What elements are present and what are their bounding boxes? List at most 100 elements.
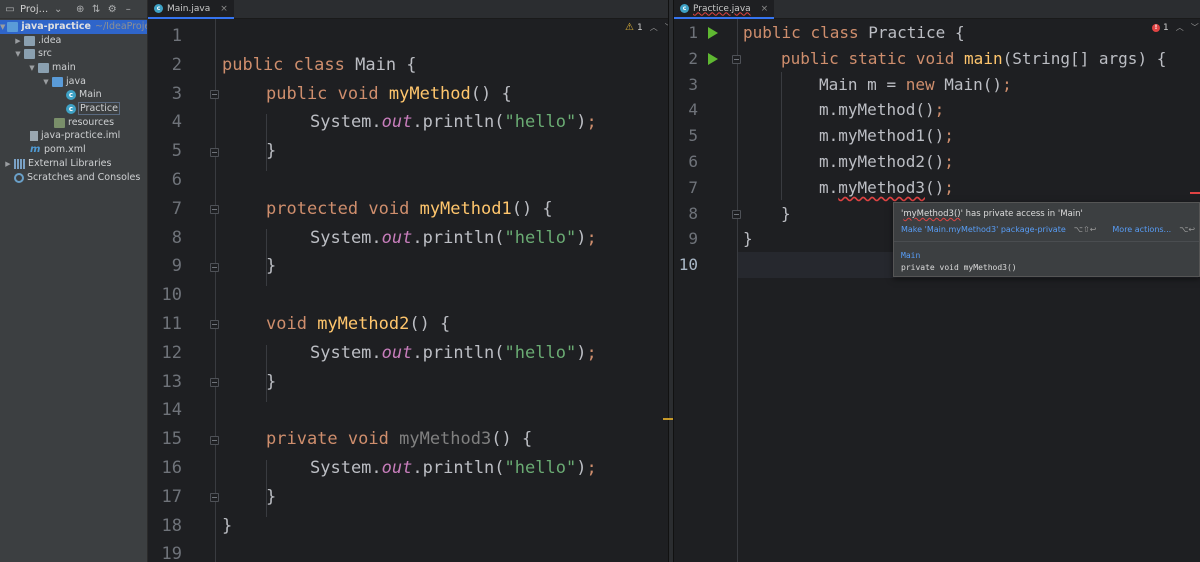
project-view-icon[interactable]: ▭ <box>4 3 16 15</box>
chevron-up-icon[interactable]: ︿ <box>1176 22 1184 33</box>
chevron-down-icon[interactable]: ▼ <box>42 78 50 86</box>
code-token: private <box>266 429 338 450</box>
code-line[interactable]: private void myMethod3() { <box>266 425 532 454</box>
chevron-right-icon[interactable]: ▶ <box>14 37 22 45</box>
inspection-widget[interactable]: ! 1 ︿ ﹀ <box>1152 22 1199 33</box>
fold-marker-icon[interactable] <box>210 378 219 387</box>
chevron-up-icon[interactable]: ︿ <box>650 22 658 33</box>
code-line[interactable]: System.out.println("hello"); <box>310 339 597 368</box>
code-punct: () <box>924 177 945 197</box>
class-icon: c <box>66 103 76 114</box>
line-number: 2 <box>688 48 698 68</box>
code-line[interactable]: } <box>266 252 276 281</box>
iml-file-icon <box>30 130 38 141</box>
code-line[interactable]: } <box>222 512 232 541</box>
code-line[interactable]: public class Practice { <box>743 20 965 46</box>
code-line[interactable]: } <box>743 226 753 252</box>
declaration-class-link[interactable]: Main <box>901 251 920 260</box>
fold-marker-icon[interactable] <box>210 147 219 157</box>
code-line[interactable]: System.out.println("hello"); <box>310 108 597 137</box>
tab-main-java[interactable]: c Main.java × <box>148 0 234 19</box>
warning-stripe-marker[interactable] <box>663 418 673 420</box>
code-punct: ( <box>494 458 505 478</box>
fold-marker-icon[interactable] <box>210 435 219 445</box>
code-token: m <box>819 152 829 171</box>
line-number: 6 <box>171 170 182 190</box>
fold-marker-icon[interactable] <box>732 209 741 219</box>
chevron-down-icon[interactable]: ﹀ <box>1191 22 1199 33</box>
code-line[interactable]: protected void myMethod1() { <box>266 195 553 224</box>
code-line[interactable]: void myMethod2() { <box>266 310 450 339</box>
run-gutter-icon[interactable] <box>708 26 718 39</box>
tree-item-pom[interactable]: m pom.xml <box>28 143 86 157</box>
locate-target-icon[interactable]: ⊕ <box>74 3 86 15</box>
indent-guide <box>266 460 267 517</box>
tab-practice-java[interactable]: c Practice.java × <box>674 0 775 19</box>
code-token: println <box>422 112 495 133</box>
inspection-widget[interactable]: ⚠ 1 ︿ ﹀ <box>625 22 668 33</box>
tree-item-src[interactable]: ▼ src <box>14 47 52 61</box>
code-line[interactable]: } <box>266 483 276 512</box>
chevron-down-icon[interactable]: ⌄ <box>52 3 64 15</box>
close-tab-button[interactable]: × <box>220 4 228 14</box>
tree-item-main[interactable]: ▼ main <box>28 61 75 75</box>
tree-item-java[interactable]: ▼ java <box>42 75 86 89</box>
editor-practice-java[interactable]: c Practice.java × ! 1 ︿ ﹀ 1 2 3 4 5 6 7 8 9 10 pu… <box>674 0 1200 562</box>
code-punct <box>283 55 293 75</box>
fold-marker-icon[interactable] <box>210 493 219 503</box>
indent-guide <box>781 72 782 200</box>
tree-item-label: src <box>38 48 52 60</box>
tree-item-scratches[interactable]: Scratches and Consoles <box>12 171 140 185</box>
indent-guide <box>266 229 267 286</box>
code-line[interactable]: } <box>266 368 276 397</box>
code-line[interactable]: m.myMethod(); <box>819 97 944 123</box>
code-token: out <box>381 112 413 133</box>
close-tab-button[interactable]: × <box>761 4 769 14</box>
folder-icon <box>24 35 35 46</box>
code-line[interactable]: public void myMethod() { <box>266 80 512 109</box>
code-line[interactable]: } <box>266 137 276 166</box>
run-gutter-icon[interactable] <box>708 52 718 65</box>
code-line[interactable]: Main m = new Main(); <box>819 72 1012 98</box>
code-punct: ; <box>944 126 954 146</box>
chevron-right-icon[interactable]: ▶ <box>4 160 12 168</box>
chevron-down-icon[interactable]: ▼ <box>28 64 36 72</box>
line-number: 15 <box>161 429 182 450</box>
tree-item-practice-class[interactable]: c Practice <box>64 102 120 116</box>
fold-marker-icon[interactable] <box>210 90 219 99</box>
error-stripe-marker[interactable] <box>1190 192 1200 194</box>
code-line[interactable]: m.myMethod2(); <box>819 149 954 175</box>
fold-marker-icon[interactable] <box>210 320 219 330</box>
chevron-down-icon[interactable]: ▼ <box>14 50 22 58</box>
code-line[interactable]: System.out.println("hello"); <box>310 454 597 483</box>
fold-marker-icon[interactable] <box>210 262 219 272</box>
fold-marker-icon[interactable] <box>210 205 219 215</box>
minimize-icon[interactable]: – <box>122 3 134 15</box>
line-number: 9 <box>171 256 182 277</box>
tree-item-main-class[interactable]: c Main <box>64 88 102 102</box>
tree-item-iml[interactable]: java-practice.iml <box>28 129 120 143</box>
tree-item-java-practice[interactable]: ▼ java-practice ~/IdeaProje <box>0 20 147 34</box>
code-punct: ; <box>586 112 597 133</box>
editor-main-java[interactable]: c Main.java × ⚠ 1 ︿ ﹀ 123456789101112131… <box>148 0 668 562</box>
fix-shortcut: ⌥⇧↩ <box>1073 225 1097 234</box>
project-title[interactable]: Proj... <box>20 4 48 15</box>
collapse-icon[interactable]: ⇅ <box>90 3 102 15</box>
code-token: myMethod1 <box>419 198 512 219</box>
code-line[interactable]: m.myMethod1(); <box>819 123 954 149</box>
code-line[interactable]: public class Main { <box>222 51 417 80</box>
tree-item-resources[interactable]: resources <box>52 116 114 130</box>
tree-item-external-libraries[interactable]: ▶ External Libraries <box>4 157 111 171</box>
code-line[interactable]: public static void main(String[] args) { <box>781 46 1166 72</box>
line-number: 6 <box>688 152 698 171</box>
code-line[interactable]: } <box>781 201 791 227</box>
make-package-private-link[interactable]: Make 'Main.myMethod3' package-private <box>901 225 1066 234</box>
more-actions-link[interactable]: More actions... <box>1112 225 1171 234</box>
tree-item-idea[interactable]: ▶ .idea <box>14 34 61 48</box>
code-line[interactable]: System.out.println("hello"); <box>310 224 597 253</box>
code-line[interactable]: m.myMethod3(); <box>819 175 954 201</box>
gear-icon[interactable]: ⚙ <box>106 3 118 15</box>
chevron-down-icon[interactable]: ▼ <box>0 23 5 31</box>
line-number: 10 <box>678 255 698 275</box>
fold-marker-icon[interactable] <box>732 54 741 64</box>
